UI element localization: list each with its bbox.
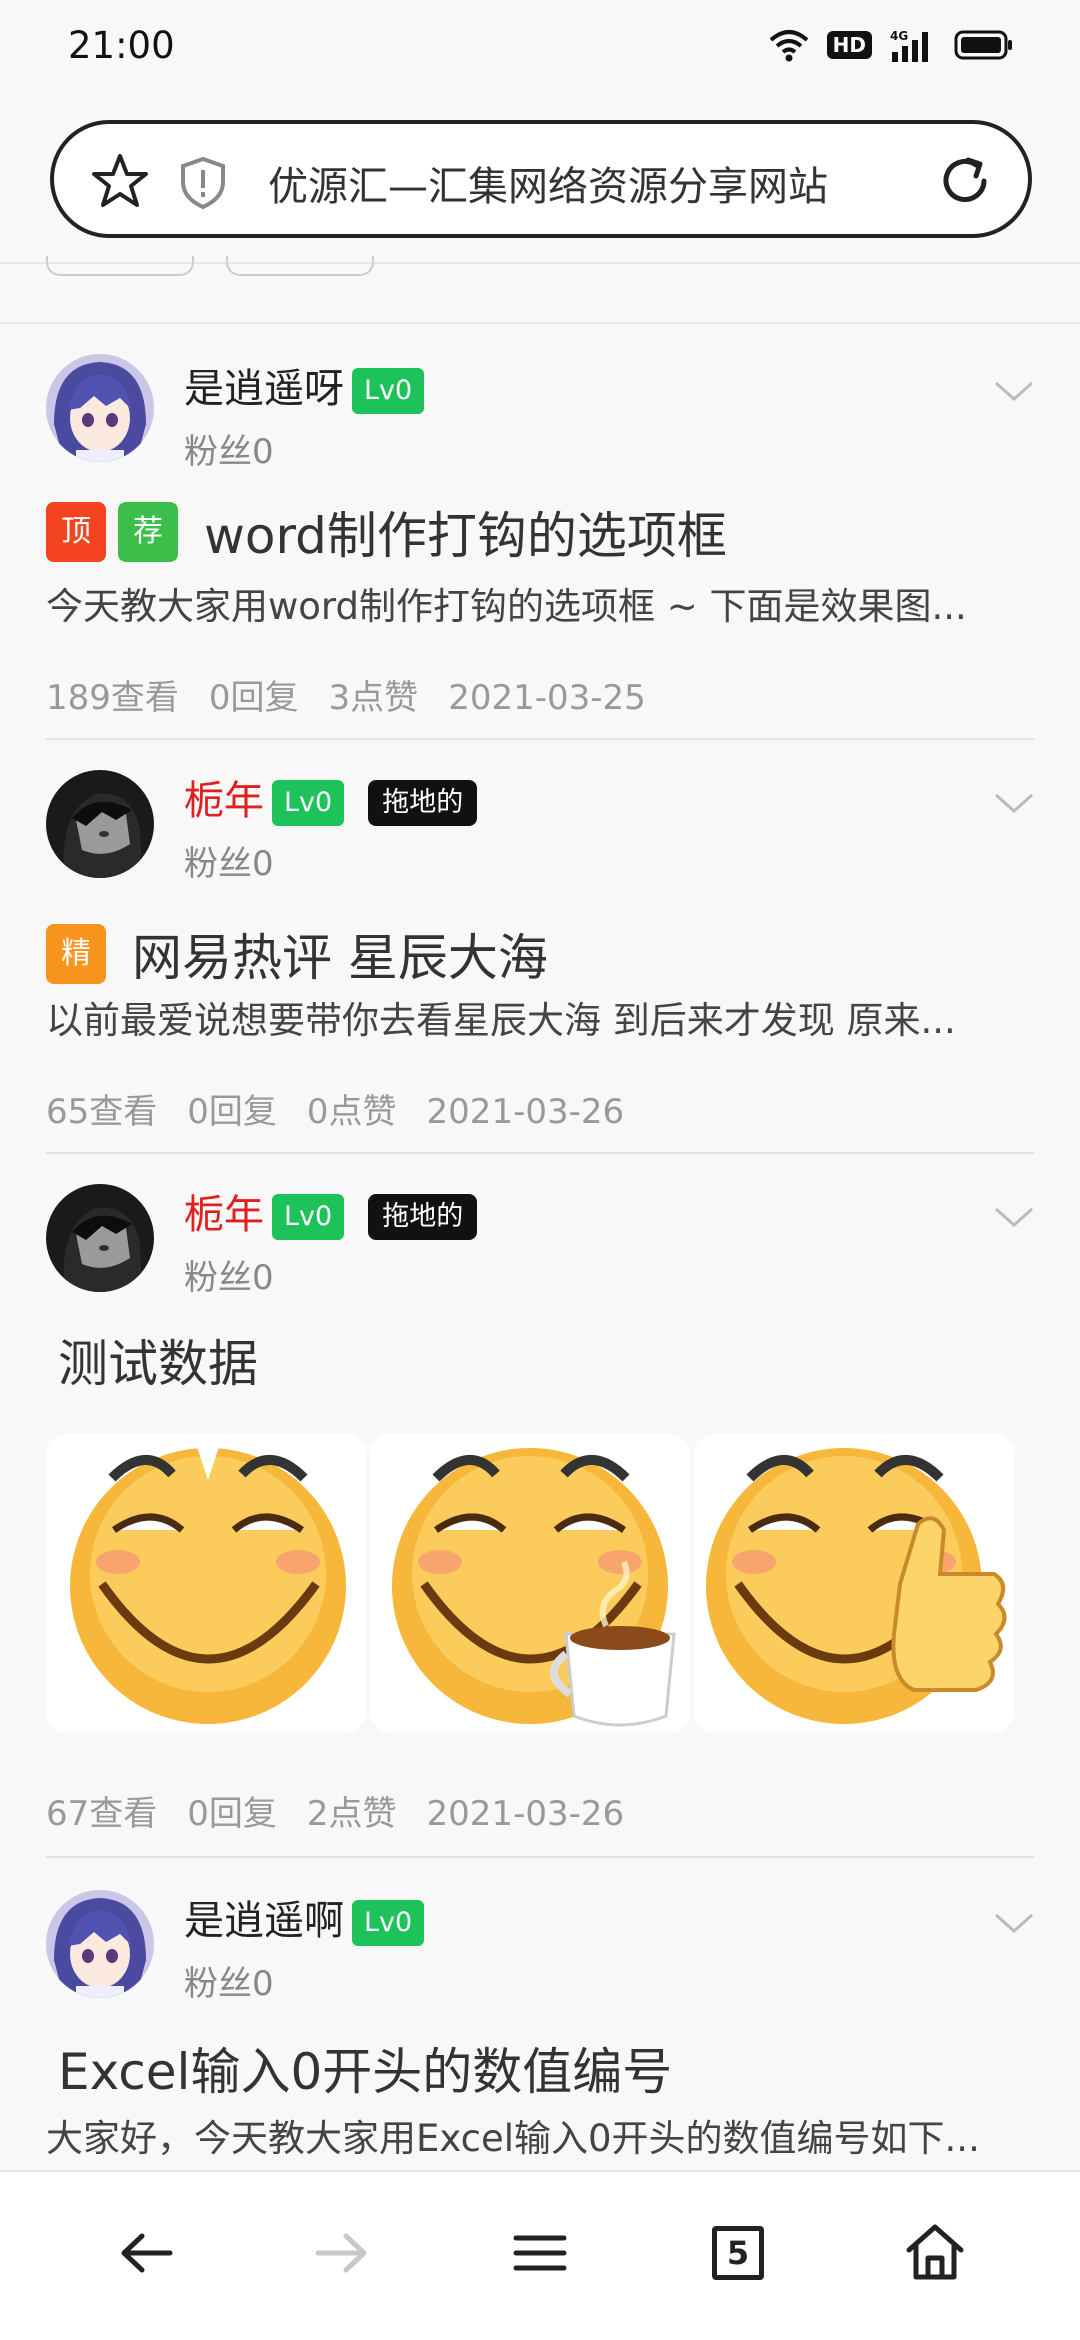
post-excerpt: 以前最爱说想要带你去看星辰大海 到后来才发现 原来...	[46, 999, 956, 1042]
thumbs-up-emoji-icon	[706, 1448, 1007, 1724]
star-icon[interactable]	[90, 152, 150, 210]
menu-icon[interactable]	[512, 2228, 568, 2278]
post-title[interactable]: 精 网易热评 星辰大海	[46, 918, 548, 990]
chevron-down-icon[interactable]	[992, 790, 1036, 816]
like-count: 0点赞	[306, 1092, 397, 1132]
fans-count: 粉丝0	[184, 844, 274, 884]
level-badge: Lv0	[352, 1900, 425, 1946]
post-item[interactable]: 栀年 Lv0 拖地的 粉丝0 精 网易热评 星辰大海 以前最爱说想要带你去看星辰大海…	[46, 768, 1034, 1154]
post-meta: 189查看 0回复 3点赞 2021-03-25	[46, 670, 676, 719]
title-tag: 拖地的	[368, 780, 478, 826]
reload-icon[interactable]	[936, 152, 994, 210]
status-icons: HD 4G	[769, 28, 1014, 62]
level-badge: Lv0	[272, 1194, 345, 1240]
smile-emoji-icon	[70, 1444, 346, 1724]
home-icon[interactable]	[904, 2222, 966, 2282]
battery-icon	[954, 30, 1012, 60]
reply-count: 0回复	[187, 1092, 277, 1132]
divider	[0, 322, 1080, 324]
post-image[interactable]	[370, 1434, 690, 1732]
post-excerpt: 今天教大家用word制作打钩的选项框 ~ 下面是效果图...	[46, 585, 967, 628]
author-name[interactable]: 栀年 Lv0 拖地的	[184, 768, 478, 826]
status-bar: 21:00 HD 4G	[0, 0, 1080, 96]
author-name-text[interactable]: 栀年	[184, 778, 264, 824]
svg-text:4G: 4G	[890, 29, 908, 43]
reply-count: 0回复	[208, 678, 299, 718]
recommend-badge: 荐	[118, 502, 178, 562]
fans-count: 粉丝0	[184, 1964, 274, 2004]
view-count: 67查看	[46, 1794, 158, 1834]
author-name-text[interactable]: 栀年	[184, 1192, 264, 1238]
author-name[interactable]: 是逍遥啊 Lv0	[184, 1888, 425, 1946]
hd-icon: HD	[826, 31, 872, 59]
wifi-icon	[769, 30, 808, 62]
post-title-text[interactable]: Excel输入0开头的数值编号	[58, 2032, 672, 2104]
title-tag: 拖地的	[368, 1194, 478, 1240]
divider	[46, 1856, 1034, 1858]
filter-chip[interactable]	[46, 256, 194, 276]
author-name[interactable]: 栀年 Lv0 拖地的	[184, 1182, 478, 1240]
view-count: 189查看	[46, 678, 179, 718]
post-item[interactable]: 是逍遥呀 Lv0 粉丝0 顶 荐 word制作打钩的选项框 今天教大家用word制…	[46, 354, 1034, 740]
avatar[interactable]	[46, 354, 154, 462]
post-images	[46, 1434, 1014, 1732]
divider	[46, 738, 1034, 740]
signal-4g-icon: 4G	[890, 29, 928, 62]
like-count: 2点赞	[306, 1794, 397, 1834]
tabs-button[interactable]: 5	[712, 2226, 764, 2280]
bottom-nav: 5	[0, 2170, 1080, 2340]
shield-icon[interactable]	[178, 156, 228, 210]
address-bar[interactable]: 优源汇—汇集网络资源分享网站	[50, 120, 1032, 238]
status-time: 21:00	[68, 24, 175, 67]
filter-chip[interactable]	[226, 256, 374, 276]
post-title[interactable]: 顶 荐 word制作打钩的选项框	[46, 496, 727, 568]
author-name-text[interactable]: 是逍遥啊	[184, 1898, 344, 1944]
avatar[interactable]	[46, 770, 154, 878]
back-arrow-icon[interactable]	[116, 2228, 176, 2278]
fans-count: 粉丝0	[184, 1258, 274, 1298]
tea-emoji-icon	[392, 1448, 676, 1727]
avatar[interactable]	[46, 1890, 154, 1998]
featured-badge: 精	[46, 924, 106, 984]
top-badge: 顶	[46, 502, 106, 562]
fans-count: 粉丝0	[184, 432, 274, 472]
view-count: 65查看	[46, 1092, 158, 1132]
chevron-down-icon[interactable]	[992, 378, 1036, 404]
avatar[interactable]	[46, 1184, 154, 1292]
divider	[46, 1152, 1034, 1154]
post-excerpt: 大家好，今天教大家用Excel输入0开头的数值编号如下...	[46, 2117, 980, 2160]
forward-arrow-icon[interactable]	[312, 2228, 372, 2278]
author-name-text[interactable]: 是逍遥呀	[184, 366, 344, 412]
post-meta: 65查看 0回复 0点赞 2021-03-26	[46, 1084, 654, 1133]
post-item[interactable]: 栀年 Lv0 拖地的 粉丝0 测试数据 67查看 0回复 2点赞 2021-03…	[46, 1182, 1034, 1862]
post-meta: 67查看 0回复 2点赞 2021-03-26	[46, 1786, 654, 1835]
chevron-down-icon[interactable]	[992, 1204, 1036, 1230]
level-badge: Lv0	[272, 780, 345, 826]
post-date: 2021-03-26	[426, 1092, 625, 1132]
post-title-text[interactable]: 测试数据	[58, 1324, 258, 1396]
post-date: 2021-03-26	[426, 1794, 625, 1834]
tabs-count[interactable]: 5	[727, 2234, 749, 2272]
level-badge: Lv0	[352, 368, 425, 414]
post-item[interactable]: 是逍遥啊 Lv0 粉丝0 Excel输入0开头的数值编号 大家好，今天教大家用Ex…	[46, 1888, 1034, 2168]
post-image[interactable]	[694, 1434, 1014, 1732]
post-title-text[interactable]: 网易热评 星辰大海	[132, 918, 548, 990]
post-title-text[interactable]: word制作打钩的选项框	[204, 496, 727, 568]
page-title[interactable]: 优源汇—汇集网络资源分享网站	[268, 154, 828, 212]
post-image[interactable]	[46, 1434, 366, 1732]
post-date: 2021-03-25	[448, 678, 646, 718]
post-title[interactable]: 测试数据	[58, 1324, 258, 1396]
author-name[interactable]: 是逍遥呀 Lv0	[184, 356, 425, 414]
like-count: 3点赞	[328, 678, 419, 718]
chevron-down-icon[interactable]	[992, 1910, 1036, 1936]
reply-count: 0回复	[187, 1794, 277, 1834]
post-title[interactable]: Excel输入0开头的数值编号	[58, 2032, 672, 2104]
